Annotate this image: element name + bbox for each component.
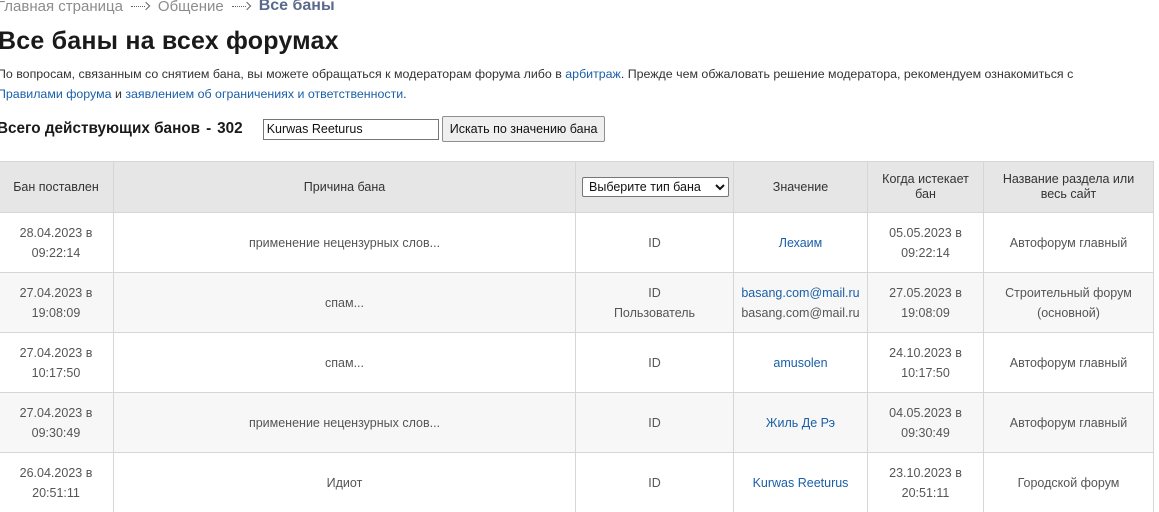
- cell-reason[interactable]: спам...: [113, 272, 576, 333]
- cell-section: Строительный форум (основной): [983, 272, 1154, 333]
- cell-expires: 23.10.2023 в 20:51:11: [867, 452, 984, 512]
- arbitration-link[interactable]: арбитраж: [565, 67, 621, 81]
- cell-value: amusolen: [733, 332, 868, 393]
- value-link[interactable]: Kurwas Reeturus: [738, 473, 863, 493]
- cell-reason[interactable]: применение нецензурных слов...: [113, 392, 576, 453]
- cell-reason[interactable]: применение нецензурных слов...: [113, 212, 576, 273]
- table-row: 27.04.2023 в 19:08:09 спам... ID Пользов…: [0, 272, 1154, 333]
- breadcrumb-arrow-icon: [231, 1, 251, 11]
- cell-reason[interactable]: Идиот: [113, 452, 576, 512]
- page-title: Все баны на всех форумах: [0, 27, 339, 55]
- cell-type: ID: [575, 212, 734, 273]
- table-row: 28.04.2023 в 09:22:14 применение нецензу…: [0, 212, 1154, 273]
- cell-type: ID: [575, 392, 734, 453]
- cell-value: basang.com@mail.ru basang.com@mail.ru: [733, 272, 868, 333]
- ban-count-value: 302: [217, 120, 243, 137]
- cell-section: Автофорум главный: [983, 392, 1154, 453]
- ban-count-row: Всего действующих банов - 302 Искать по …: [0, 116, 606, 142]
- intro-text-part: и: [111, 87, 126, 101]
- cell-value: Kurwas Reeturus: [733, 452, 868, 512]
- value-link[interactable]: Жиль Де Рэ: [738, 413, 863, 433]
- cell-date: 27.04.2023 в 10:17:50: [0, 332, 114, 393]
- ban-count-label: Всего действующих банов: [0, 120, 201, 137]
- cell-type: ID: [575, 332, 734, 393]
- table-row: 27.04.2023 в 10:17:50 спам... ID amusole…: [0, 332, 1154, 393]
- bans-table: Бан поставлен Причина бана Выберите тип …: [0, 161, 1154, 512]
- breadcrumb: Главная страница Общение Все баны: [0, 0, 335, 16]
- search-input[interactable]: [262, 118, 439, 140]
- ban-count-separator: -: [206, 120, 212, 137]
- breadcrumb-arrow-icon: [130, 1, 150, 11]
- cell-type: ID: [575, 452, 734, 512]
- cell-expires: 05.05.2023 в 09:22:14: [867, 212, 984, 273]
- header-value: Значение: [733, 161, 868, 213]
- cell-value: Жиль Де Рэ: [733, 392, 868, 453]
- breadcrumb-current: Все баны: [258, 0, 335, 14]
- type-label: Пользователь: [613, 305, 696, 320]
- intro-text: По вопросам, связанным со снятием бана, …: [0, 64, 1157, 104]
- value-link[interactable]: basang.com@mail.ru: [738, 283, 863, 303]
- header-section: Название раздела или весь сайт: [983, 161, 1154, 213]
- table-row: 26.04.2023 в 20:51:11 Идиот ID Kurwas Re…: [0, 452, 1154, 512]
- ban-type-select[interactable]: Выберите тип бана: [582, 177, 729, 197]
- type-label: ID: [648, 235, 661, 250]
- cell-date: 26.04.2023 в 20:51:11: [0, 452, 114, 512]
- header-type: Выберите тип бана: [575, 161, 734, 213]
- cell-date: 27.04.2023 в 09:30:49: [0, 392, 114, 453]
- cell-expires: 04.05.2023 в 09:30:49: [867, 392, 984, 453]
- header-reason: Причина бана: [113, 161, 576, 213]
- table-row: 27.04.2023 в 09:30:49 применение нецензу…: [0, 392, 1154, 453]
- table-header-row: Бан поставлен Причина бана Выберите тип …: [0, 161, 1154, 213]
- forum-rules-link[interactable]: Правилами форума: [0, 87, 112, 101]
- cell-reason[interactable]: спам...: [113, 332, 576, 393]
- cell-expires: 27.05.2023 в 19:08:09: [867, 272, 984, 333]
- intro-text-part: .: [403, 87, 407, 101]
- type-label: ID: [648, 475, 661, 490]
- value-link[interactable]: amusolen: [738, 353, 863, 373]
- cell-section: Автофорум главный: [983, 212, 1154, 273]
- cell-section: Автофорум главный: [983, 332, 1154, 393]
- breadcrumb-communication-link[interactable]: Общение: [158, 0, 224, 15]
- value-text: basang.com@mail.ru: [741, 305, 860, 320]
- cell-type: ID Пользователь: [575, 272, 734, 333]
- search-button[interactable]: Искать по значению бана: [441, 116, 606, 142]
- cell-value: Лехаим: [733, 212, 868, 273]
- type-label: ID: [648, 285, 661, 300]
- value-link[interactable]: Лехаим: [738, 233, 863, 253]
- cell-date: 28.04.2023 в 09:22:14: [0, 212, 114, 273]
- intro-text-part: По вопросам, связанным со снятием бана, …: [0, 67, 566, 81]
- header-expires: Когда истекает бан: [867, 161, 984, 213]
- header-date: Бан поставлен: [0, 161, 114, 213]
- type-label: ID: [648, 355, 661, 370]
- liability-statement-link[interactable]: заявлением об ограничениях и ответственн…: [125, 87, 403, 101]
- cell-section: Городской форум: [983, 452, 1154, 512]
- cell-date: 27.04.2023 в 19:08:09: [0, 272, 114, 333]
- cell-expires: 24.10.2023 в 10:17:50: [867, 332, 984, 393]
- breadcrumb-home-link[interactable]: Главная страница: [0, 0, 123, 15]
- type-label: ID: [648, 415, 661, 430]
- intro-text-part: . Прежде чем обжаловать решение модерато…: [620, 67, 1074, 81]
